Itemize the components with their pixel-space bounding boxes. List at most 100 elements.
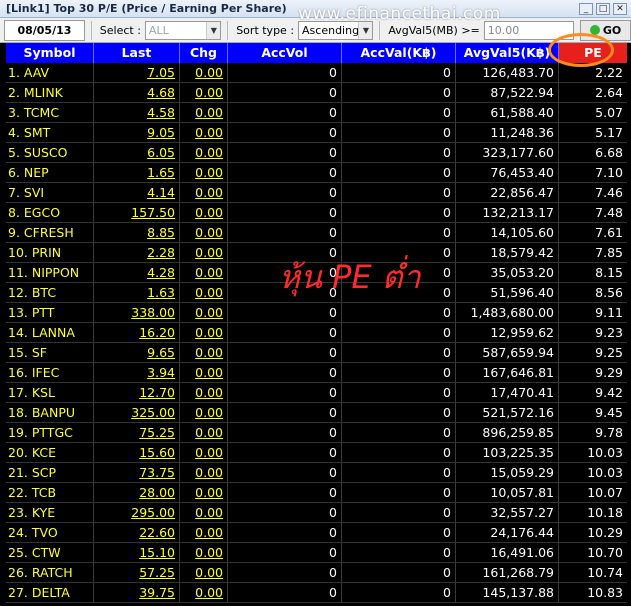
change-cell[interactable]: 0.00 bbox=[180, 363, 228, 383]
table-row[interactable]: 15. SF 9.65 0.00 0 0 587,659.94 9.25 bbox=[6, 343, 627, 363]
change-cell[interactable]: 0.00 bbox=[180, 243, 228, 263]
last-price-cell[interactable]: 15.60 bbox=[94, 443, 180, 463]
symbol-cell[interactable]: 9. CFRESH bbox=[6, 223, 94, 243]
symbol-cell[interactable]: 19. PTTGC bbox=[6, 423, 94, 443]
table-row[interactable]: 24. TVO 22.60 0.00 0 0 24,176.44 10.29 bbox=[6, 523, 627, 543]
table-row[interactable]: 7. SVI 4.14 0.00 0 0 22,856.47 7.46 bbox=[6, 183, 627, 203]
symbol-cell[interactable]: 13. PTT bbox=[6, 303, 94, 323]
symbol-cell[interactable]: 3. TCMC bbox=[6, 103, 94, 123]
last-price-cell[interactable]: 4.58 bbox=[94, 103, 180, 123]
last-price-cell[interactable]: 4.28 bbox=[94, 263, 180, 283]
last-price-cell[interactable]: 157.50 bbox=[94, 203, 180, 223]
column-header-accval[interactable]: AccVal(K฿) bbox=[342, 43, 456, 63]
last-price-cell[interactable]: 325.00 bbox=[94, 403, 180, 423]
symbol-cell[interactable]: 12. BTC bbox=[6, 283, 94, 303]
last-price-cell[interactable]: 295.00 bbox=[94, 503, 180, 523]
last-price-cell[interactable]: 73.75 bbox=[94, 463, 180, 483]
change-cell[interactable]: 0.00 bbox=[180, 283, 228, 303]
change-cell[interactable]: 0.00 bbox=[180, 63, 228, 83]
minimize-icon[interactable]: _ bbox=[579, 2, 593, 15]
last-price-cell[interactable]: 4.14 bbox=[94, 183, 180, 203]
last-price-cell[interactable]: 6.05 bbox=[94, 143, 180, 163]
table-row[interactable]: 6. NEP 1.65 0.00 0 0 76,453.40 7.10 bbox=[6, 163, 627, 183]
last-price-cell[interactable]: 28.00 bbox=[94, 483, 180, 503]
go-button[interactable]: GO bbox=[580, 19, 631, 41]
change-cell[interactable]: 0.00 bbox=[180, 303, 228, 323]
change-cell[interactable]: 0.00 bbox=[180, 463, 228, 483]
table-row[interactable]: 26. RATCH 57.25 0.00 0 0 161,268.79 10.74 bbox=[6, 563, 627, 583]
change-cell[interactable]: 0.00 bbox=[180, 223, 228, 243]
change-cell[interactable]: 0.00 bbox=[180, 523, 228, 543]
last-price-cell[interactable]: 1.65 bbox=[94, 163, 180, 183]
symbol-cell[interactable]: 17. KSL bbox=[6, 383, 94, 403]
table-row[interactable]: 8. EGCO 157.50 0.00 0 0 132,213.17 7.48 bbox=[6, 203, 627, 223]
last-price-cell[interactable]: 9.05 bbox=[94, 123, 180, 143]
last-price-cell[interactable]: 57.25 bbox=[94, 563, 180, 583]
change-cell[interactable]: 0.00 bbox=[180, 403, 228, 423]
symbol-cell[interactable]: 14. LANNA bbox=[6, 323, 94, 343]
change-cell[interactable]: 0.00 bbox=[180, 143, 228, 163]
column-header-symbol[interactable]: Symbol bbox=[6, 43, 94, 63]
change-cell[interactable]: 0.00 bbox=[180, 83, 228, 103]
symbol-cell[interactable]: 21. SCP bbox=[6, 463, 94, 483]
last-price-cell[interactable]: 12.70 bbox=[94, 383, 180, 403]
table-row[interactable]: 9. CFRESH 8.85 0.00 0 0 14,105.60 7.61 bbox=[6, 223, 627, 243]
select-dropdown[interactable]: ALL ▼ bbox=[144, 20, 222, 40]
last-price-cell[interactable]: 75.25 bbox=[94, 423, 180, 443]
table-row[interactable]: 17. KSL 12.70 0.00 0 0 17,470.41 9.42 bbox=[6, 383, 627, 403]
symbol-cell[interactable]: 6. NEP bbox=[6, 163, 94, 183]
change-cell[interactable]: 0.00 bbox=[180, 563, 228, 583]
date-field[interactable]: 08/05/13 bbox=[4, 19, 85, 41]
table-row[interactable]: 1. AAV 7.05 0.00 0 0 126,483.70 2.22 bbox=[6, 63, 627, 83]
change-cell[interactable]: 0.00 bbox=[180, 103, 228, 123]
table-row[interactable]: 10. PRIN 2.28 0.00 0 0 18,579.42 7.85 bbox=[6, 243, 627, 263]
table-row[interactable]: 11. NIPPON 4.28 0.00 0 0 35,053.20 8.15 bbox=[6, 263, 627, 283]
symbol-cell[interactable]: 25. CTW bbox=[6, 543, 94, 563]
table-row[interactable]: 2. MLINK 4.68 0.00 0 0 87,522.94 2.64 bbox=[6, 83, 627, 103]
table-row[interactable]: 20. KCE 15.60 0.00 0 0 103,225.35 10.03 bbox=[6, 443, 627, 463]
column-header-pe[interactable]: PE bbox=[559, 43, 627, 63]
change-cell[interactable]: 0.00 bbox=[180, 183, 228, 203]
maximize-icon[interactable]: □ bbox=[596, 2, 610, 15]
last-price-cell[interactable]: 15.10 bbox=[94, 543, 180, 563]
last-price-cell[interactable]: 4.68 bbox=[94, 83, 180, 103]
symbol-cell[interactable]: 27. DELTA bbox=[6, 583, 94, 603]
change-cell[interactable]: 0.00 bbox=[180, 543, 228, 563]
table-row[interactable]: 18. BANPU 325.00 0.00 0 0 521,572.16 9.45 bbox=[6, 403, 627, 423]
last-price-cell[interactable]: 16.20 bbox=[94, 323, 180, 343]
table-row[interactable]: 13. PTT 338.00 0.00 0 0 1,483,680.00 9.11 bbox=[6, 303, 627, 323]
table-row[interactable]: 22. TCB 28.00 0.00 0 0 10,057.81 10.07 bbox=[6, 483, 627, 503]
change-cell[interactable]: 0.00 bbox=[180, 203, 228, 223]
last-price-cell[interactable]: 9.65 bbox=[94, 343, 180, 363]
chevron-down-icon[interactable]: ▼ bbox=[206, 21, 221, 39]
table-row[interactable]: 21. SCP 73.75 0.00 0 0 15,059.29 10.03 bbox=[6, 463, 627, 483]
symbol-cell[interactable]: 5. SUSCO bbox=[6, 143, 94, 163]
last-price-cell[interactable]: 1.63 bbox=[94, 283, 180, 303]
column-header-last[interactable]: Last bbox=[94, 43, 180, 63]
table-row[interactable]: 25. CTW 15.10 0.00 0 0 16,491.06 10.70 bbox=[6, 543, 627, 563]
symbol-cell[interactable]: 24. TVO bbox=[6, 523, 94, 543]
column-header-chg[interactable]: Chg bbox=[180, 43, 228, 63]
change-cell[interactable]: 0.00 bbox=[180, 123, 228, 143]
close-icon[interactable]: ✕ bbox=[613, 2, 627, 15]
last-price-cell[interactable]: 338.00 bbox=[94, 303, 180, 323]
change-cell[interactable]: 0.00 bbox=[180, 583, 228, 603]
symbol-cell[interactable]: 11. NIPPON bbox=[6, 263, 94, 283]
table-row[interactable]: 3. TCMC 4.58 0.00 0 0 61,588.40 5.07 bbox=[6, 103, 627, 123]
table-row[interactable]: 14. LANNA 16.20 0.00 0 0 12,959.62 9.23 bbox=[6, 323, 627, 343]
change-cell[interactable]: 0.00 bbox=[180, 423, 228, 443]
avgval-filter-input[interactable]: 10.00 bbox=[483, 20, 575, 40]
table-row[interactable]: 23. KYE 295.00 0.00 0 0 32,557.27 10.18 bbox=[6, 503, 627, 523]
change-cell[interactable]: 0.00 bbox=[180, 323, 228, 343]
change-cell[interactable]: 0.00 bbox=[180, 503, 228, 523]
chevron-down-icon[interactable]: ▼ bbox=[358, 21, 373, 39]
table-row[interactable]: 4. SMT 9.05 0.00 0 0 11,248.36 5.17 bbox=[6, 123, 627, 143]
symbol-cell[interactable]: 26. RATCH bbox=[6, 563, 94, 583]
symbol-cell[interactable]: 2. MLINK bbox=[6, 83, 94, 103]
symbol-cell[interactable]: 1. AAV bbox=[6, 63, 94, 83]
change-cell[interactable]: 0.00 bbox=[180, 343, 228, 363]
symbol-cell[interactable]: 7. SVI bbox=[6, 183, 94, 203]
symbol-cell[interactable]: 16. IFEC bbox=[6, 363, 94, 383]
column-header-accvol[interactable]: AccVol bbox=[228, 43, 342, 63]
symbol-cell[interactable]: 4. SMT bbox=[6, 123, 94, 143]
